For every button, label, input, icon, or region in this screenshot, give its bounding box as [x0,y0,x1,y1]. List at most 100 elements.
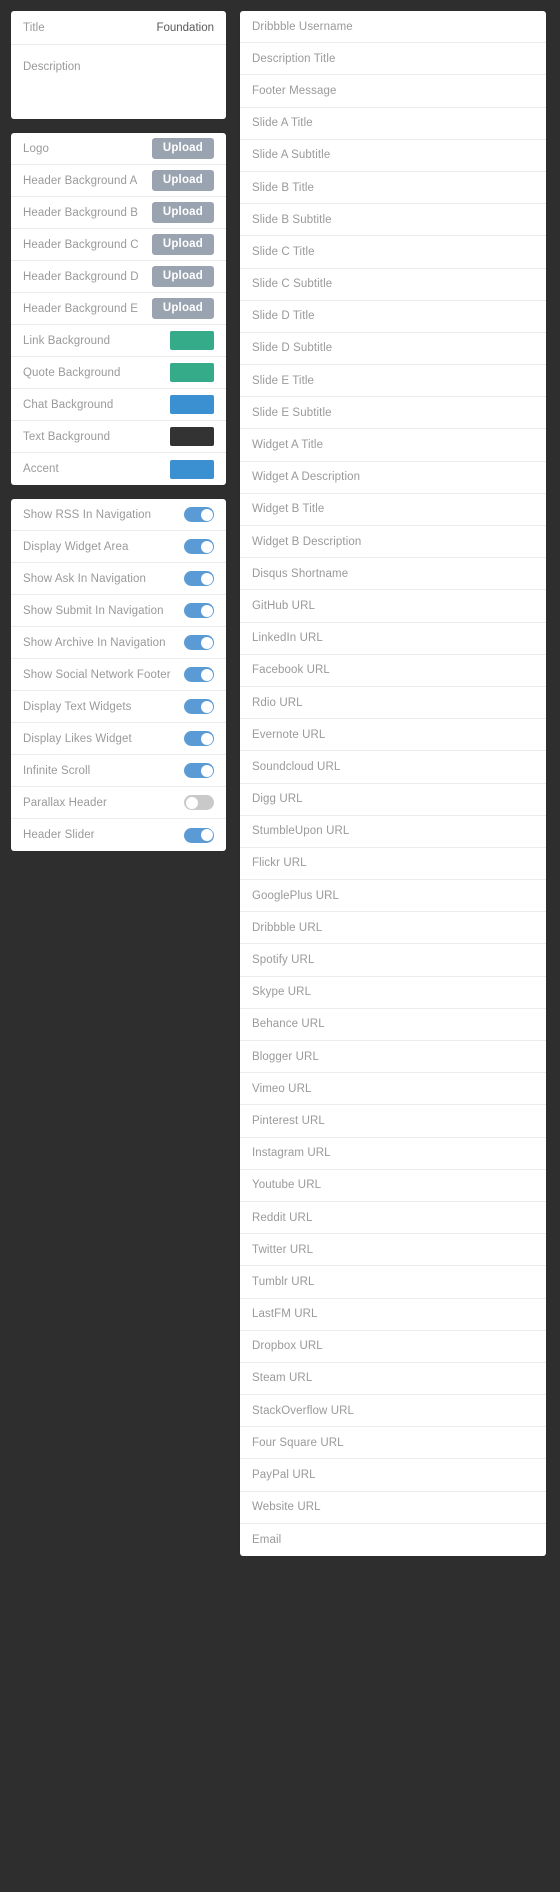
upload-button[interactable]: Upload [151,297,214,320]
color-row-label: Text Background [23,430,111,443]
color-swatch[interactable] [170,331,214,350]
upload-row: Logo Upload [11,133,226,165]
general-settings-panel: Title Foundation Description [11,11,226,119]
toggle-row-label: Infinite Scroll [23,764,91,777]
toggle-switch[interactable] [184,507,214,522]
field-row-label: Skype URL [252,986,312,999]
toggle-row: Show RSS In Navigation [11,499,226,531]
upload-row: Header Background A Upload [11,165,226,197]
theme-customizer-screen: Title Foundation Description Logo Upload H… [0,0,560,1892]
upload-button[interactable]: Upload [151,265,214,288]
field-row[interactable]: Steam URL [240,1363,546,1396]
field-row-label: Slide B Title [252,181,315,194]
title-row[interactable]: Title Foundation [11,11,226,45]
field-row[interactable]: Digg URL [240,784,546,816]
field-row[interactable]: Slide B Title [240,172,546,205]
toggle-switch[interactable] [184,699,214,714]
toggle-knob [200,732,213,745]
field-row[interactable]: Widget B Title [240,494,546,526]
toggle-switch[interactable] [184,603,214,618]
toggle-switch[interactable] [184,763,214,778]
field-row-label: Twitter URL [252,1243,314,1256]
field-row[interactable]: StumbleUpon URL [240,816,546,848]
toggle-switch[interactable] [184,795,214,810]
field-row[interactable]: Widget B Description [240,526,546,559]
title-value[interactable]: Foundation [156,22,214,34]
field-row[interactable]: Blogger URL [240,1041,546,1074]
field-row[interactable]: Dribbble Username [240,11,546,44]
toggle-row-label: Show Ask In Navigation [23,572,147,585]
color-row: Chat Background [11,389,226,421]
field-row[interactable]: Widget A Description [240,462,546,494]
upload-row: Header Background D Upload [11,261,226,293]
field-row[interactable]: Four Square URL [240,1427,546,1460]
field-row[interactable]: StackOverflow URL [240,1395,546,1428]
field-row[interactable]: Tumblr URL [240,1266,546,1299]
field-row-label: Spotify URL [252,954,315,967]
field-row[interactable]: Dropbox URL [240,1331,546,1363]
field-row[interactable]: Pinterest URL [240,1105,546,1138]
field-row-label: Widget A Description [252,471,361,484]
field-row-label: LinkedIn URL [252,632,323,645]
field-row[interactable]: Evernote URL [240,719,546,752]
field-row[interactable]: Slide C Subtitle [240,269,546,301]
upload-button[interactable]: Upload [151,137,214,160]
field-row[interactable]: Flickr URL [240,848,546,881]
field-row-label: GitHub URL [252,599,315,612]
upload-button[interactable]: Upload [151,233,214,256]
field-row[interactable]: GooglePlus URL [240,880,546,913]
toggle-row-label: Display Text Widgets [23,700,132,713]
field-row[interactable]: Slide E Subtitle [240,397,546,430]
field-row[interactable]: Instagram URL [240,1138,546,1170]
field-row[interactable]: Soundcloud URL [240,751,546,784]
field-row[interactable]: Website URL [240,1492,546,1524]
field-row[interactable]: Spotify URL [240,944,546,977]
field-row[interactable]: Footer Message [240,75,546,108]
field-row[interactable]: LinkedIn URL [240,623,546,655]
upload-row-label: Header Background C [23,238,139,251]
field-row[interactable]: LastFM URL [240,1299,546,1331]
field-row[interactable]: Slide A Title [240,108,546,140]
field-row[interactable]: Description Title [240,43,546,76]
toggle-switch[interactable] [184,571,214,586]
field-row-label: Website URL [252,1501,321,1514]
field-row[interactable]: PayPal URL [240,1459,546,1492]
toggle-knob [200,764,213,777]
upload-button[interactable]: Upload [151,201,214,224]
field-row[interactable]: Slide C Title [240,236,546,269]
upload-button[interactable]: Upload [151,169,214,192]
field-row[interactable]: Facebook URL [240,655,546,687]
field-row[interactable]: Youtube URL [240,1170,546,1202]
toggle-switch[interactable] [184,827,214,843]
field-row[interactable]: Dribbble URL [240,912,546,945]
color-swatch[interactable] [170,427,214,446]
toggle-switch[interactable] [184,539,214,554]
color-swatch[interactable] [170,459,214,479]
field-row[interactable]: Slide D Title [240,301,546,333]
field-row[interactable]: Reddit URL [240,1202,546,1235]
field-row[interactable]: Widget A Title [240,429,546,462]
upload-row-label: Header Background D [23,270,139,283]
toggle-switch[interactable] [184,731,214,746]
color-swatch[interactable] [170,363,214,382]
field-row[interactable]: Vimeo URL [240,1073,546,1106]
field-row[interactable]: Twitter URL [240,1234,546,1267]
field-row[interactable]: Rdio URL [240,687,546,720]
toggle-switch[interactable] [184,667,214,682]
description-label: Description [23,61,81,73]
field-row[interactable]: GitHub URL [240,590,546,623]
field-row[interactable]: Slide A Subtitle [240,140,546,172]
toggle-switch[interactable] [184,635,214,650]
color-row-label: Accent [23,463,59,475]
field-row[interactable]: Behance URL [240,1009,546,1041]
field-row[interactable]: Slide D Subtitle [240,333,546,366]
field-row[interactable]: Slide B Subtitle [240,204,546,237]
description-row[interactable]: Description [11,45,226,119]
toggle-row: Show Archive In Navigation [11,627,226,659]
field-row[interactable]: Disqus Shortname [240,558,546,591]
toggle-knob [200,829,213,841]
field-row[interactable]: Email [240,1524,546,1556]
field-row[interactable]: Skype URL [240,977,546,1009]
field-row[interactable]: Slide E Title [240,365,546,398]
color-swatch[interactable] [170,395,214,414]
